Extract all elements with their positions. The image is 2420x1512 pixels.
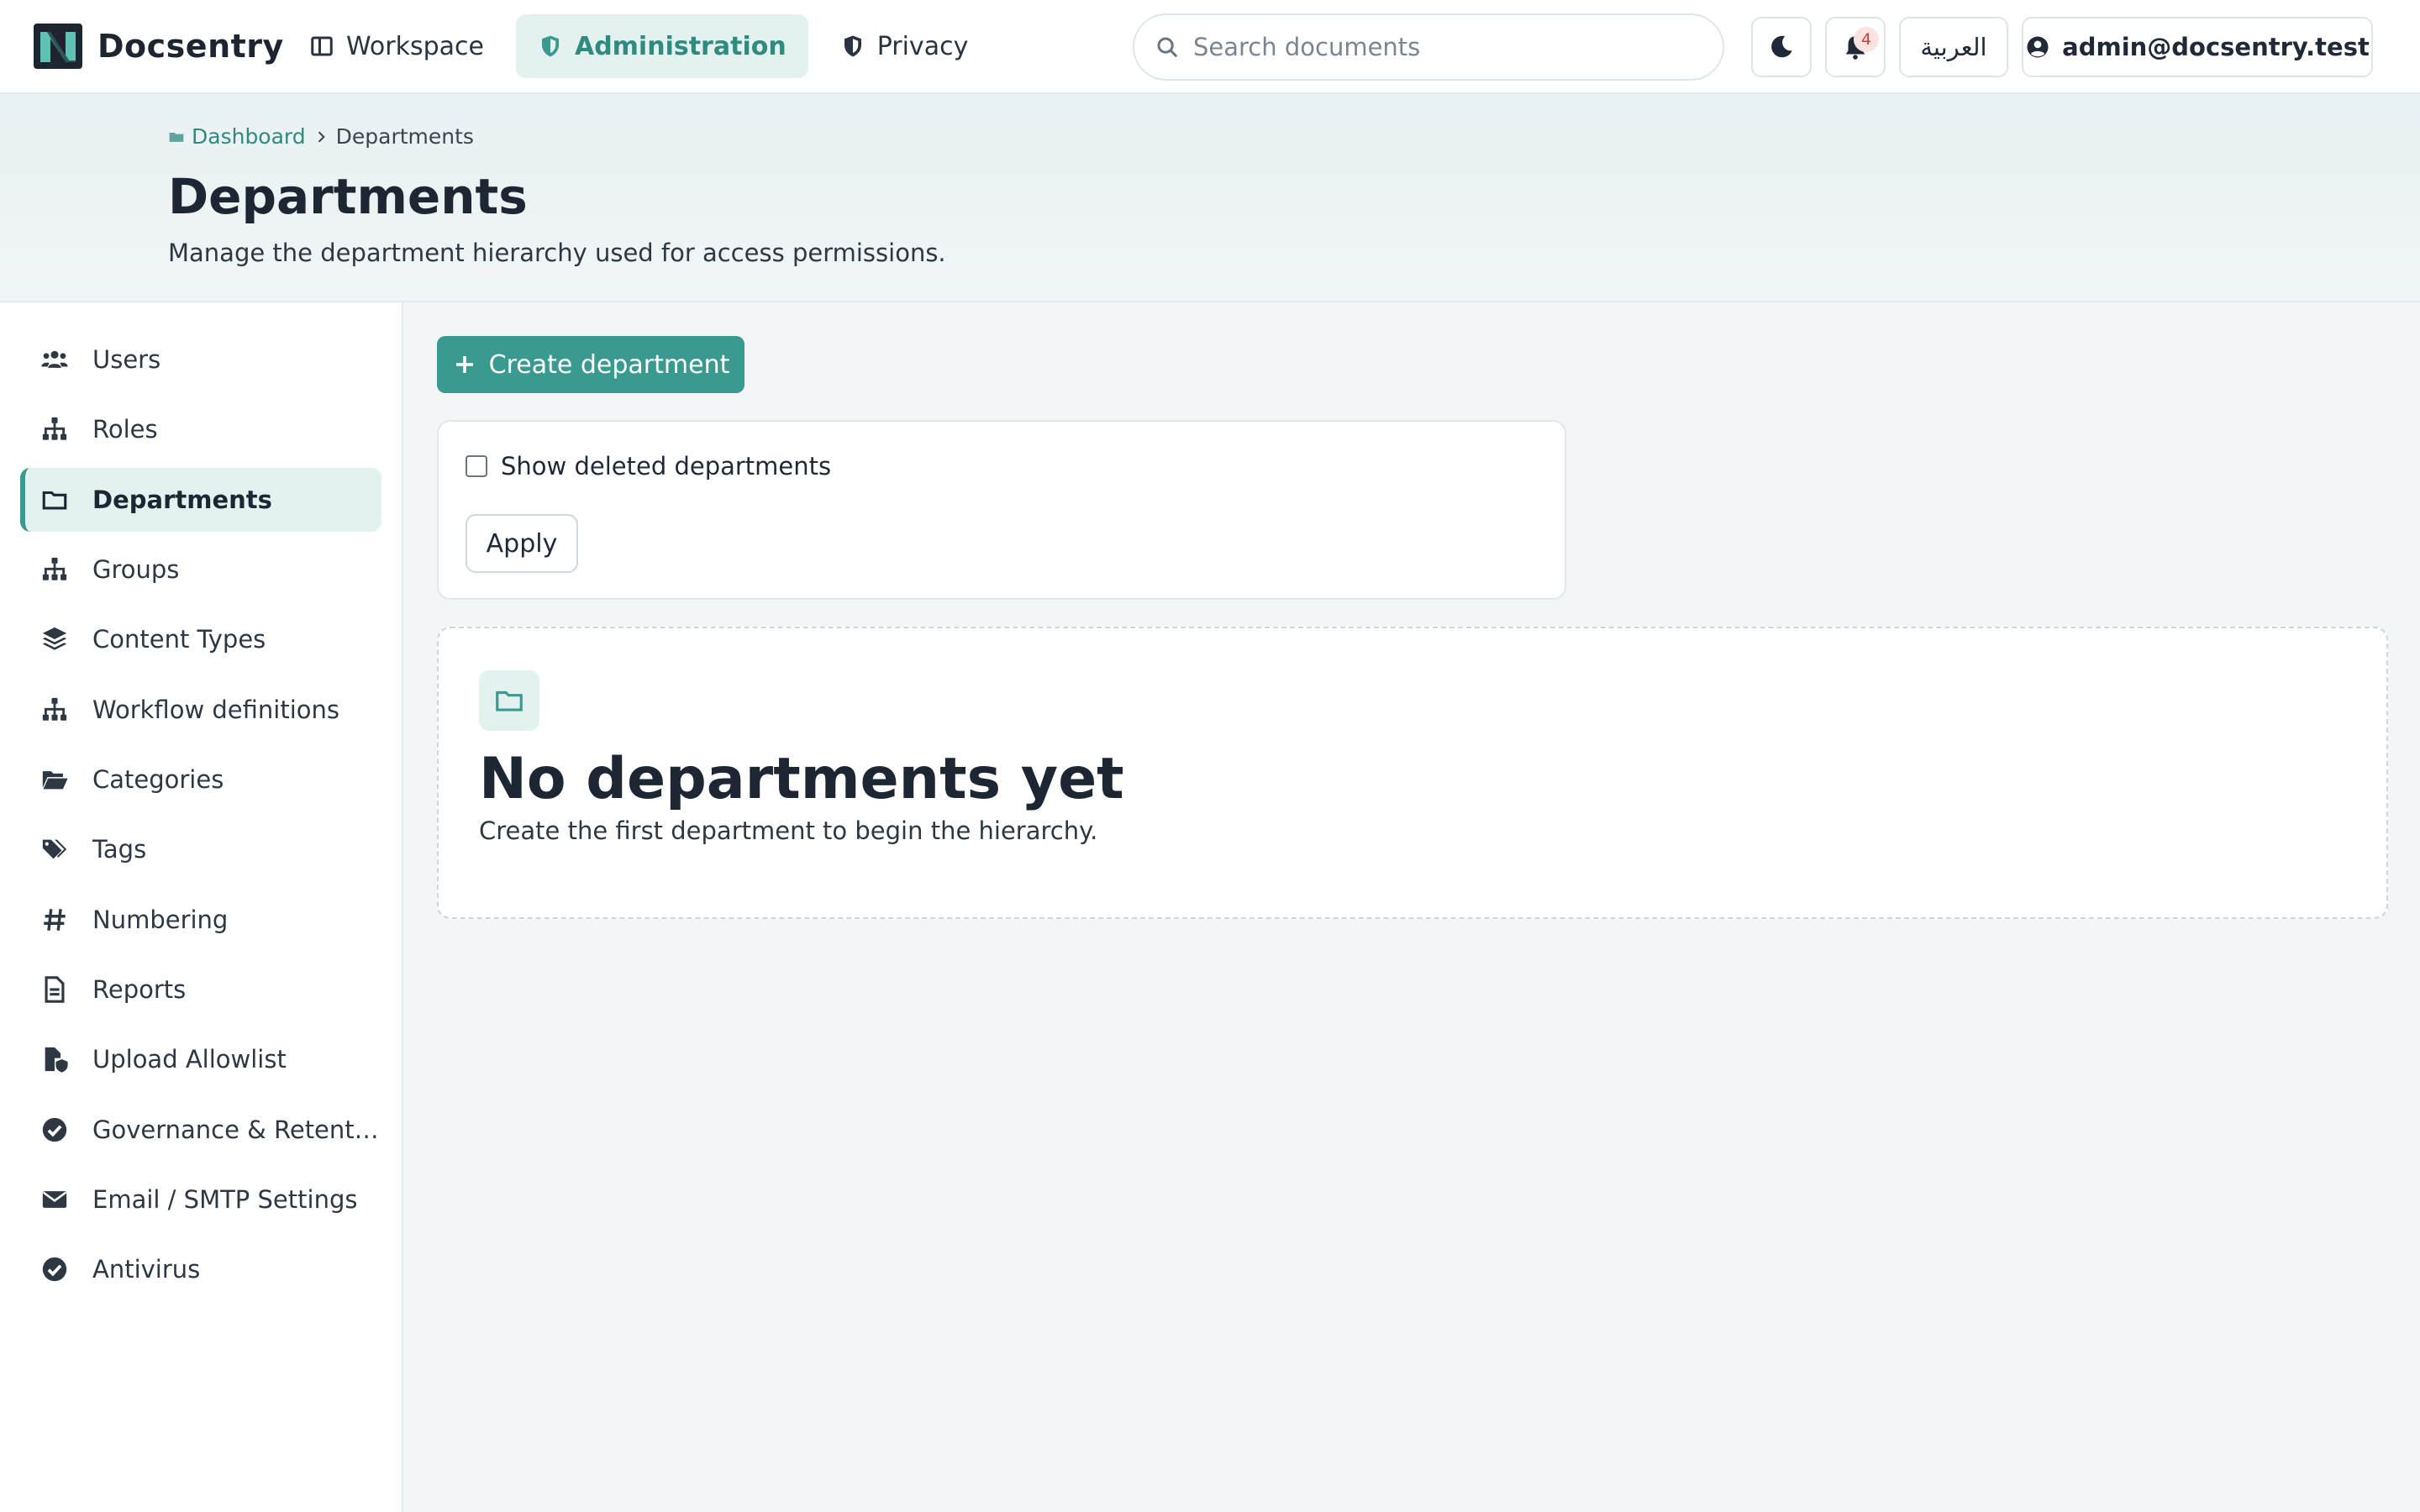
empty-state-text: Create the first department to begin the… (479, 816, 1098, 845)
docsentry-logo-icon (34, 24, 82, 69)
sidebar-item-label: Users (92, 345, 161, 374)
sidebar-item-label: Roles (92, 415, 158, 444)
sidebar-item-numbering[interactable]: Numbering (20, 888, 381, 952)
check-circle-icon (42, 1117, 67, 1142)
user-circle-icon (2027, 36, 2049, 58)
sidebar-item-content-types[interactable]: Content Types (20, 607, 381, 671)
nav-privacy[interactable]: Privacy (818, 14, 991, 78)
breadcrumb-current: Departments (335, 124, 474, 149)
sidebar-item-label: Groups (92, 555, 180, 584)
sidebar-item-label: Numbering (92, 906, 229, 934)
sitemap-icon (42, 557, 67, 580)
empty-state: No departments yet Create the first depa… (437, 627, 2388, 919)
search-box[interactable] (1133, 13, 1724, 81)
sidebar-item-categories[interactable]: Categories (20, 748, 381, 811)
sidebar-item-roles[interactable]: Roles (20, 397, 381, 461)
sidebar-item-antivirus[interactable]: Antivirus (20, 1237, 381, 1301)
folder-open-icon (42, 771, 68, 790)
sidebar-item-label: Reports (92, 975, 187, 1004)
notifications-button[interactable]: 4 (1825, 17, 1886, 77)
search-input[interactable] (1193, 33, 1697, 61)
sidebar-item-label: Content Types (92, 625, 266, 654)
breadcrumb-dashboard-link[interactable]: Dashboard (192, 124, 306, 149)
notification-count-badge: 4 (1854, 27, 1879, 52)
shield-half-icon (844, 35, 861, 57)
layout-icon (311, 36, 333, 56)
check-circle-icon (42, 1257, 67, 1282)
filter-panel: Show deleted departments Apply (437, 420, 1566, 600)
sidebar-item-label: Tags (92, 835, 147, 864)
nav-workspace[interactable]: Workspace (287, 14, 506, 78)
empty-state-icon-box (479, 670, 539, 731)
sidebar-item-reports[interactable]: Reports (20, 958, 381, 1021)
page-subtitle: Manage the department hierarchy used for… (168, 239, 946, 267)
sidebar-item-label: Upload Allowlist (92, 1045, 287, 1074)
top-bar: Docsentry Workspace Administration Priva… (0, 0, 2420, 94)
main-nav: Workspace Administration Privacy (287, 14, 990, 78)
show-deleted-row[interactable]: Show deleted departments (466, 452, 831, 480)
create-department-button[interactable]: Create department (437, 336, 744, 393)
user-email: admin@docsentry.test (2062, 33, 2370, 61)
users-icon (41, 350, 68, 368)
folder-icon (42, 491, 67, 510)
nav-workspace-label: Workspace (346, 31, 484, 61)
create-department-label: Create department (488, 349, 730, 380)
show-deleted-checkbox[interactable] (466, 455, 487, 477)
sidebar-item-label: Governance & Retent… (92, 1116, 379, 1144)
user-menu-button[interactable]: admin@docsentry.test (2022, 17, 2373, 77)
sidebar-item-label: Departments (92, 486, 272, 514)
sidebar-item-tags[interactable]: Tags (20, 817, 381, 881)
sidebar-item-label: Categories (92, 765, 224, 794)
folder-icon (496, 690, 523, 711)
nav-privacy-label: Privacy (876, 31, 969, 61)
breadcrumb: Dashboard Departments (168, 124, 474, 149)
search-icon (1157, 37, 1178, 58)
envelope-icon (42, 1191, 67, 1208)
sidebar-item-upload-allowlist[interactable]: Upload Allowlist (20, 1027, 381, 1091)
chevron-right-icon (318, 130, 325, 143)
file-shield-icon (45, 1047, 68, 1073)
layers-icon (42, 627, 67, 650)
tags-icon (42, 839, 67, 859)
sidebar-item-users[interactable]: Users (20, 328, 381, 391)
hash-icon (44, 909, 66, 931)
sidebar-item-label: Workflow definitions (92, 696, 339, 724)
page-title: Departments (168, 168, 528, 225)
nav-administration-label: Administration (574, 31, 786, 61)
nav-administration[interactable]: Administration (515, 14, 808, 78)
shield-icon (541, 35, 559, 57)
sitemap-icon (42, 697, 67, 721)
sidebar-item-label: Email / SMTP Settings (92, 1185, 358, 1214)
sidebar-item-governance[interactable]: Governance & Retent… (20, 1098, 381, 1162)
language-switch-button[interactable]: العربية (1899, 17, 2008, 77)
folder-small-icon (169, 132, 184, 142)
brand[interactable]: Docsentry (32, 22, 284, 71)
show-deleted-label: Show deleted departments (501, 452, 832, 480)
sidebar-item-departments[interactable]: Departments (20, 468, 381, 532)
page-header: Dashboard Departments Departments Manage… (0, 94, 2420, 302)
sidebar-item-email-smtp[interactable]: Email / SMTP Settings (20, 1168, 381, 1231)
file-icon (45, 976, 65, 1003)
theme-toggle-button[interactable] (1751, 17, 1812, 77)
plus-icon (455, 356, 473, 373)
apply-button[interactable]: Apply (466, 514, 578, 573)
sidebar-item-groups[interactable]: Groups (20, 538, 381, 601)
sidebar-item-workflow-definitions[interactable]: Workflow definitions (20, 678, 381, 742)
empty-state-title: No departments yet (479, 746, 1124, 812)
sitemap-icon (42, 417, 67, 440)
moon-icon (1771, 35, 1792, 58)
sidebar-item-label: Antivirus (92, 1255, 201, 1284)
admin-sidebar: Users Roles Departments Groups Content T… (0, 302, 403, 1512)
app-name: Docsentry (97, 28, 284, 65)
